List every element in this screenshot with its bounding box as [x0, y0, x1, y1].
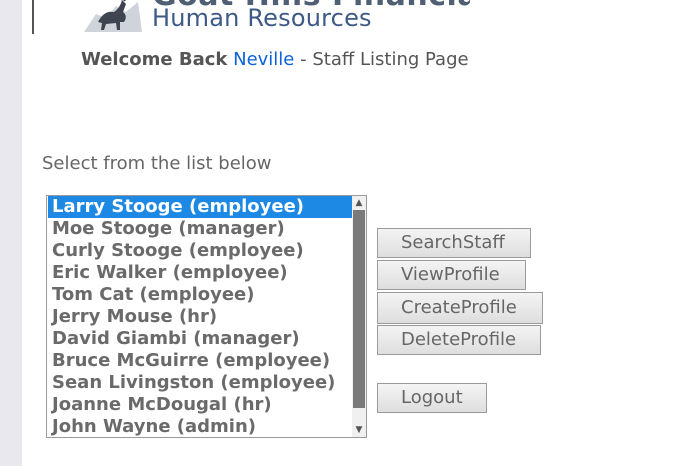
- staff-list-item[interactable]: Jerry Mouse (hr): [48, 306, 355, 328]
- staff-listbox[interactable]: Larry Stooge (employee) Moe Stooge (manag…: [46, 195, 367, 438]
- logo-department-name: Human Resources: [152, 4, 372, 32]
- search-staff-button[interactable]: SearchStaff: [377, 228, 531, 258]
- list-instruction: Select from the list below: [42, 153, 272, 174]
- delete-profile-button[interactable]: DeleteProfile: [377, 325, 541, 355]
- left-gutter: [0, 0, 22, 466]
- staff-listing-page: Goat Hills Financial Human Resources Wel…: [0, 0, 681, 466]
- logout-button[interactable]: Logout: [377, 383, 487, 413]
- staff-list-item[interactable]: David Giambi (manager): [48, 328, 355, 350]
- staff-list-item[interactable]: John Wayne (admin): [48, 416, 355, 437]
- staff-list-item[interactable]: Sean Livingston (employee): [48, 372, 355, 394]
- company-logo: Goat Hills Financial Human Resources: [30, 0, 470, 34]
- chevron-down-icon[interactable]: ▼: [352, 423, 366, 437]
- user-name: Neville: [233, 49, 295, 70]
- staff-list-item[interactable]: Bruce McGuirre (employee): [48, 350, 355, 372]
- page-title: - Staff Listing Page: [300, 49, 469, 70]
- logo-divider: [32, 0, 34, 34]
- staff-list-item[interactable]: Joanne McDougal (hr): [48, 394, 355, 416]
- welcome-line: Welcome Back Neville - Staff Listing Pag…: [81, 49, 469, 70]
- staff-list-item[interactable]: Curly Stooge (employee): [48, 240, 355, 262]
- staff-list-item[interactable]: Tom Cat (employee): [48, 284, 355, 306]
- listbox-scrollbar[interactable]: ▲ ▼: [352, 196, 366, 437]
- staff-list-items: Larry Stooge (employee) Moe Stooge (manag…: [47, 196, 355, 437]
- staff-list-item[interactable]: Eric Walker (employee): [48, 262, 355, 284]
- scrollbar-thumb[interactable]: [353, 210, 365, 408]
- goat-logo-icon: [84, 0, 142, 32]
- staff-list-item[interactable]: Moe Stooge (manager): [48, 218, 355, 240]
- create-profile-button[interactable]: CreateProfile: [377, 292, 543, 324]
- staff-list-item[interactable]: Larry Stooge (employee): [48, 196, 355, 218]
- welcome-prefix: Welcome Back: [81, 49, 228, 70]
- chevron-up-icon[interactable]: ▲: [352, 196, 366, 210]
- view-profile-button[interactable]: ViewProfile: [377, 260, 526, 290]
